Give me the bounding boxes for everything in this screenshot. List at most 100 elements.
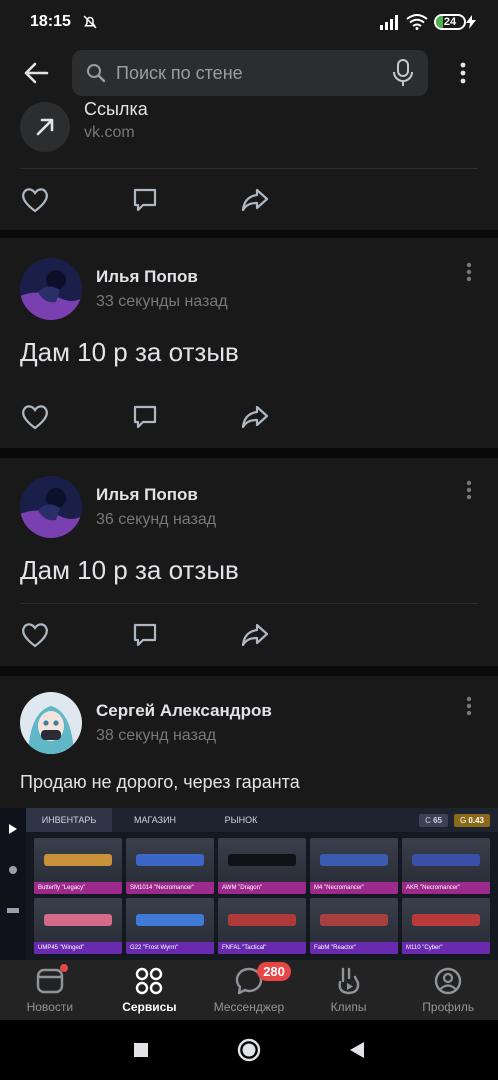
game-item: FabM "Reactor"	[310, 898, 398, 954]
home-button[interactable]	[237, 1038, 261, 1062]
message-count-badge: 280	[257, 962, 291, 981]
game-item: SM1014 "Necromancer"	[126, 838, 214, 894]
share-icon	[241, 405, 269, 429]
game-tab: МАГАЗИН	[133, 815, 177, 825]
status-time: 18:15	[30, 13, 71, 30]
share-button[interactable]	[240, 402, 270, 432]
recents-button[interactable]	[133, 1042, 149, 1058]
nav-profile[interactable]: Профиль	[398, 960, 498, 1020]
game-item: UMP45 "Winged"	[34, 898, 122, 954]
game-item: AKR "Necromancer"	[402, 838, 490, 894]
game-item: M110 "Cyber"	[402, 898, 490, 954]
profile-icon	[434, 967, 462, 995]
post-header: Илья Попов 33 секунды назад	[20, 258, 484, 320]
post-more-button[interactable]	[454, 696, 484, 716]
divider	[20, 603, 478, 604]
heart-icon	[22, 405, 48, 430]
wall-feed[interactable]: Ссылка vk.com Илья Попов 33 секунды наза…	[0, 102, 498, 960]
more-vertical-icon	[466, 480, 472, 500]
link-attachment[interactable]: Ссылка vk.com	[0, 102, 168, 152]
game-tab-bar: ИНВЕНТАРЬ МАГАЗИН РЫНОК C 65 G 0.43	[26, 808, 498, 832]
avatar[interactable]	[20, 258, 82, 320]
post-photo[interactable]: ИНВЕНТАРЬ МАГАЗИН РЫНОК C 65 G 0.43 Butt…	[0, 808, 498, 960]
game-tab: ИНВЕНТАРЬ	[26, 808, 112, 832]
divider	[20, 168, 478, 169]
charging-icon	[466, 15, 476, 29]
post-header: Илья Попов 36 секунд назад	[20, 476, 484, 538]
post-time: 33 секунды назад	[96, 293, 228, 310]
avatar[interactable]	[20, 476, 82, 538]
system-navigation-bar	[0, 1020, 498, 1080]
post-card: Илья Попов 36 секунд назад Дам 10 р за о…	[0, 458, 498, 666]
search-icon	[87, 64, 106, 83]
comment-icon	[133, 188, 157, 212]
game-item: FNFAL "Tactical"	[218, 898, 306, 954]
battery-level: 24	[443, 16, 457, 28]
microphone-icon[interactable]	[392, 59, 414, 87]
share-button[interactable]	[240, 620, 270, 650]
post-actions	[20, 620, 270, 650]
wifi-icon	[406, 14, 428, 30]
game-item: Butterfly "Legacy"	[34, 838, 122, 894]
post-text: Продаю не дорого, через гаранта	[20, 772, 300, 792]
game-tab: РЫНОК	[224, 815, 258, 825]
status-bar: 18:15 24	[0, 0, 498, 44]
back-nav-button[interactable]	[349, 1041, 365, 1059]
share-button[interactable]	[240, 185, 270, 215]
post-text: Дам 10 р за отзыв	[20, 555, 239, 585]
more-options-button[interactable]	[428, 62, 498, 84]
post-card: Илья Попов 33 секунды назад Дам 10 р за …	[0, 238, 498, 448]
heart-icon	[22, 188, 48, 213]
post-more-button[interactable]	[454, 480, 484, 500]
arrow-left-icon	[24, 62, 49, 84]
post-time: 38 секунд назад	[96, 727, 217, 744]
post-actions	[20, 185, 270, 215]
game-item: G22 "Frost Wyrm"	[126, 898, 214, 954]
comment-button[interactable]	[130, 402, 160, 432]
post-time: 36 секунд назад	[96, 511, 217, 528]
back-button[interactable]	[0, 44, 72, 102]
more-vertical-icon	[466, 262, 472, 282]
comment-button[interactable]	[130, 185, 160, 215]
nav-label: Профиль	[422, 1000, 475, 1014]
game-currency-c: C 65	[419, 813, 448, 827]
services-icon	[136, 967, 163, 995]
search-input[interactable]: Поиск по стене	[72, 50, 428, 96]
post-header: Сергей Александров 38 секунд назад	[20, 692, 484, 754]
post-card: Ссылка vk.com	[0, 102, 498, 230]
nav-services[interactable]: Сервисы	[100, 960, 200, 1020]
game-side-panel	[0, 808, 26, 960]
game-item: AWM "Dragon"	[218, 838, 306, 894]
avatar[interactable]	[20, 692, 82, 754]
post-more-button[interactable]	[454, 262, 484, 282]
nav-clips[interactable]: Клипы	[299, 960, 399, 1020]
post-author[interactable]: Илья Попов	[96, 267, 454, 287]
like-button[interactable]	[20, 185, 50, 215]
nav-messenger[interactable]: 280 Мессенджер	[199, 960, 299, 1020]
link-arrow-icon	[20, 102, 70, 152]
like-button[interactable]	[20, 620, 50, 650]
post-author[interactable]: Сергей Александров	[96, 701, 454, 721]
link-title: Ссылка	[84, 102, 148, 119]
like-button[interactable]	[20, 402, 50, 432]
game-item-grid: Butterfly "Legacy" SM1014 "Necromancer" …	[34, 838, 490, 954]
nav-label: Новости	[26, 1000, 74, 1014]
top-app-bar: Поиск по стене	[0, 44, 498, 102]
clips-icon	[338, 967, 359, 995]
comment-button[interactable]	[130, 620, 160, 650]
bottom-navigation: Новости Сервисы 280 Мессенджер Клипы Про…	[0, 960, 498, 1020]
muted-bell-icon	[83, 15, 97, 29]
nav-label: Мессенджер	[213, 1000, 285, 1014]
game-currency-g: G 0.43	[453, 813, 490, 827]
share-icon	[241, 623, 269, 647]
game-item: M4 "Necromancer"	[310, 838, 398, 894]
comment-icon	[133, 405, 157, 429]
nav-label: Клипы	[330, 1000, 367, 1014]
more-vertical-icon	[460, 62, 466, 84]
more-vertical-icon	[466, 696, 472, 716]
post-author[interactable]: Илья Попов	[96, 485, 454, 505]
nav-label: Сервисы	[122, 1000, 177, 1014]
signal-icon	[380, 15, 398, 30]
nav-news[interactable]: Новости	[0, 960, 100, 1020]
link-url: vk.com	[84, 123, 135, 141]
